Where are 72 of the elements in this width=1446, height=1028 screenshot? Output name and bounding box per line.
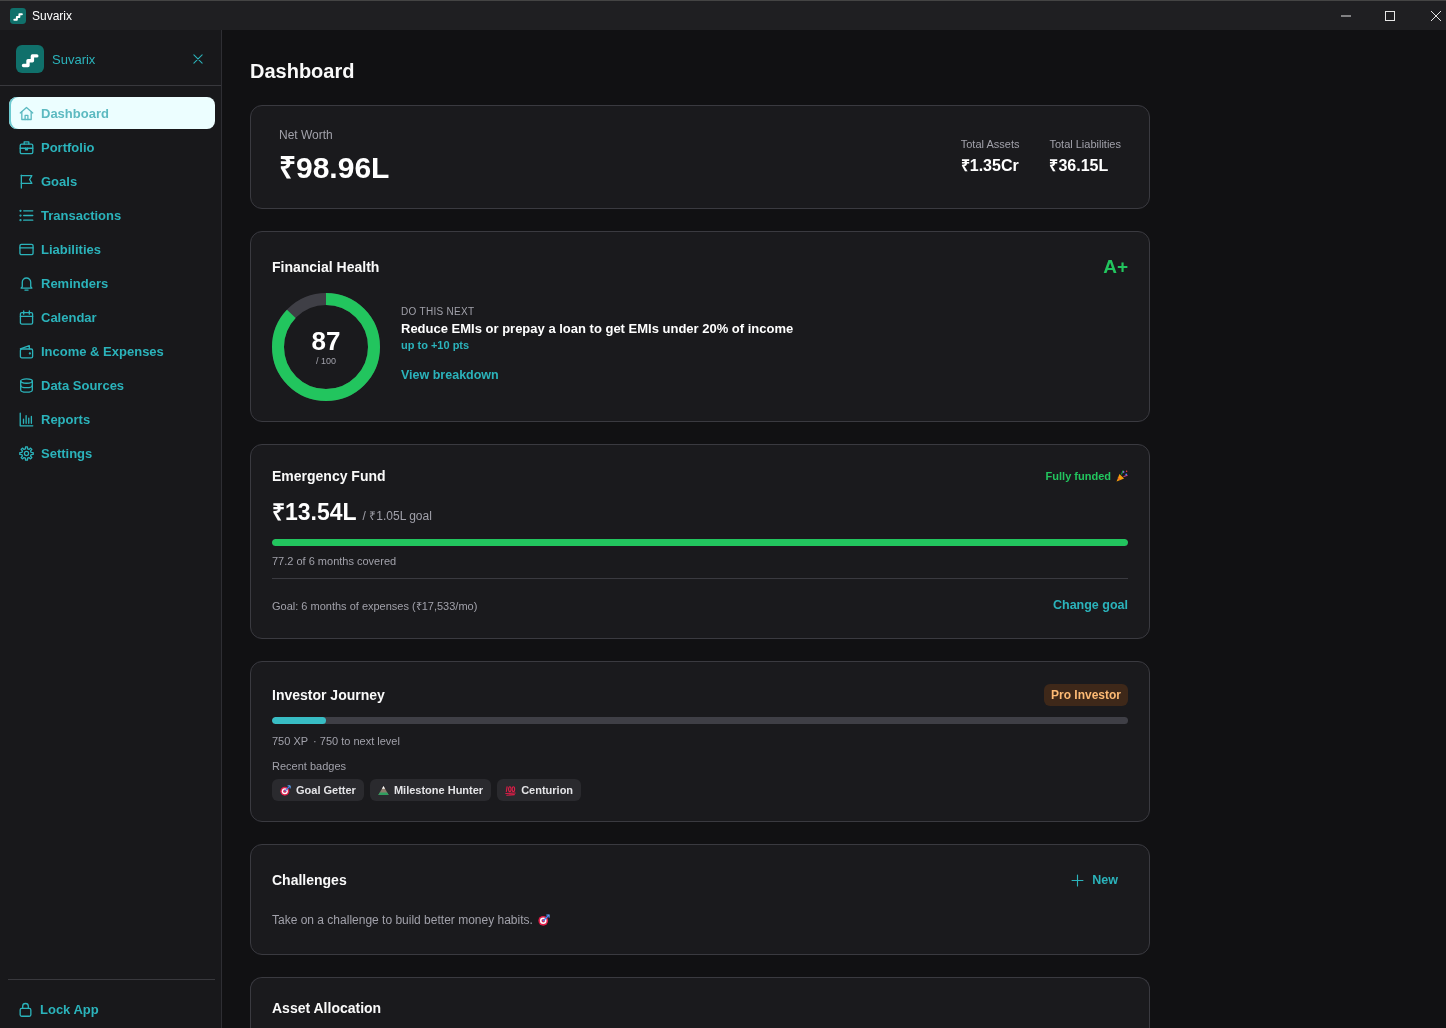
net-worth-value: ₹98.96L bbox=[279, 150, 390, 186]
flag-icon bbox=[19, 173, 34, 189]
hundred-points-icon bbox=[505, 784, 517, 796]
fund-status: Fully funded bbox=[1045, 469, 1111, 484]
lock-icon bbox=[18, 1001, 33, 1017]
health-score: 87 bbox=[311, 327, 341, 355]
target-icon bbox=[537, 914, 550, 926]
card-title: Asset Allocation bbox=[272, 999, 382, 1018]
wallet-icon bbox=[19, 343, 34, 359]
badge-name: Milestone Hunter bbox=[393, 784, 484, 796]
nav-item[interactable]: Reports bbox=[9, 403, 215, 435]
stat-label: Total Liabilities bbox=[1049, 137, 1121, 151]
rank-badge: Pro Investor bbox=[1043, 684, 1128, 706]
database-icon bbox=[19, 377, 34, 393]
points-gain: up to +10 pts bbox=[401, 338, 471, 352]
target-icon bbox=[280, 784, 291, 796]
recent-badges-label: Recent badges bbox=[272, 759, 346, 774]
score-max: / 100 bbox=[316, 355, 336, 367]
nav-item[interactable]: Calendar bbox=[9, 301, 215, 333]
window-title: Suvarix bbox=[32, 8, 72, 23]
settings-icon bbox=[19, 445, 34, 461]
bell-icon bbox=[19, 275, 34, 291]
nav-item[interactable]: Goals bbox=[9, 165, 215, 197]
badge-name: Goal Getter bbox=[296, 784, 356, 796]
briefcase-icon bbox=[19, 139, 34, 155]
goal-note: Goal: 6 months of expenses (₹17,533/mo) bbox=[272, 598, 478, 613]
nav-item[interactable]: Settings bbox=[9, 437, 215, 469]
credit-card-icon bbox=[19, 241, 34, 257]
next-step-label: DO THIS NEXT bbox=[401, 305, 476, 319]
view-breakdown-link[interactable]: View breakdown bbox=[401, 367, 499, 383]
mountain-icon bbox=[377, 784, 389, 796]
lock-app-button[interactable]: Lock App bbox=[8, 993, 215, 1025]
fund-goal: / ₹1.05L goal bbox=[362, 508, 432, 525]
app-logo-icon bbox=[10, 7, 26, 24]
minimize-icon bbox=[1341, 14, 1351, 17]
close-icon bbox=[192, 53, 204, 65]
xp-points: 750 XP bbox=[272, 734, 309, 749]
home-icon bbox=[19, 105, 34, 121]
health-grade: A+ bbox=[1103, 256, 1128, 278]
card-title: Challenges bbox=[272, 871, 347, 890]
close-icon bbox=[1431, 10, 1441, 21]
fund-amount: ₹13.54L bbox=[272, 498, 357, 526]
empty-state-text: Take on a challenge to build better money habits. bbox=[272, 912, 533, 929]
calendar-icon bbox=[19, 309, 34, 325]
card-title: Emergency Fund bbox=[272, 467, 386, 486]
page-title: Dashboard bbox=[250, 59, 355, 83]
plus-icon bbox=[1071, 873, 1085, 887]
party-popper-icon bbox=[1116, 470, 1128, 482]
stat-label: Total Assets bbox=[960, 137, 1020, 151]
next-step-text: Reduce EMIs or prepay a loan to get EMIs under 20% of income bbox=[401, 320, 794, 338]
app-logo-icon bbox=[16, 45, 44, 73]
stat-value: ₹36.15L bbox=[1049, 156, 1110, 176]
nav-item[interactable]: Liabilities bbox=[9, 233, 215, 265]
bar-chart-icon bbox=[19, 411, 34, 427]
card-title: Investor Journey bbox=[272, 686, 385, 705]
nav-item[interactable]: Data Sources bbox=[9, 369, 215, 401]
new-challenge-button[interactable]: New bbox=[1061, 864, 1128, 896]
card-title: Financial Health bbox=[272, 258, 380, 277]
brand-name: Suvarix bbox=[52, 51, 96, 67]
nav-item[interactable]: Income & Expenses bbox=[9, 335, 215, 367]
change-goal-link[interactable]: Change goal bbox=[1053, 598, 1128, 612]
coverage-text: 77.2 of 6 months covered bbox=[272, 554, 398, 569]
list-icon bbox=[19, 207, 34, 223]
maximize-icon bbox=[1385, 10, 1395, 21]
badge-name: Centurion bbox=[521, 784, 574, 796]
stat-value: ₹1.35Cr bbox=[960, 156, 1020, 176]
xp-to-next-level: · 750 to next level bbox=[313, 734, 400, 749]
close-sidebar-button[interactable] bbox=[192, 53, 204, 65]
nav-item[interactable]: Reminders bbox=[9, 267, 215, 299]
net-worth-label: Net Worth bbox=[279, 127, 334, 143]
nav-item[interactable]: Portfolio bbox=[9, 131, 215, 163]
nav-item[interactable]: Transactions bbox=[9, 199, 215, 231]
